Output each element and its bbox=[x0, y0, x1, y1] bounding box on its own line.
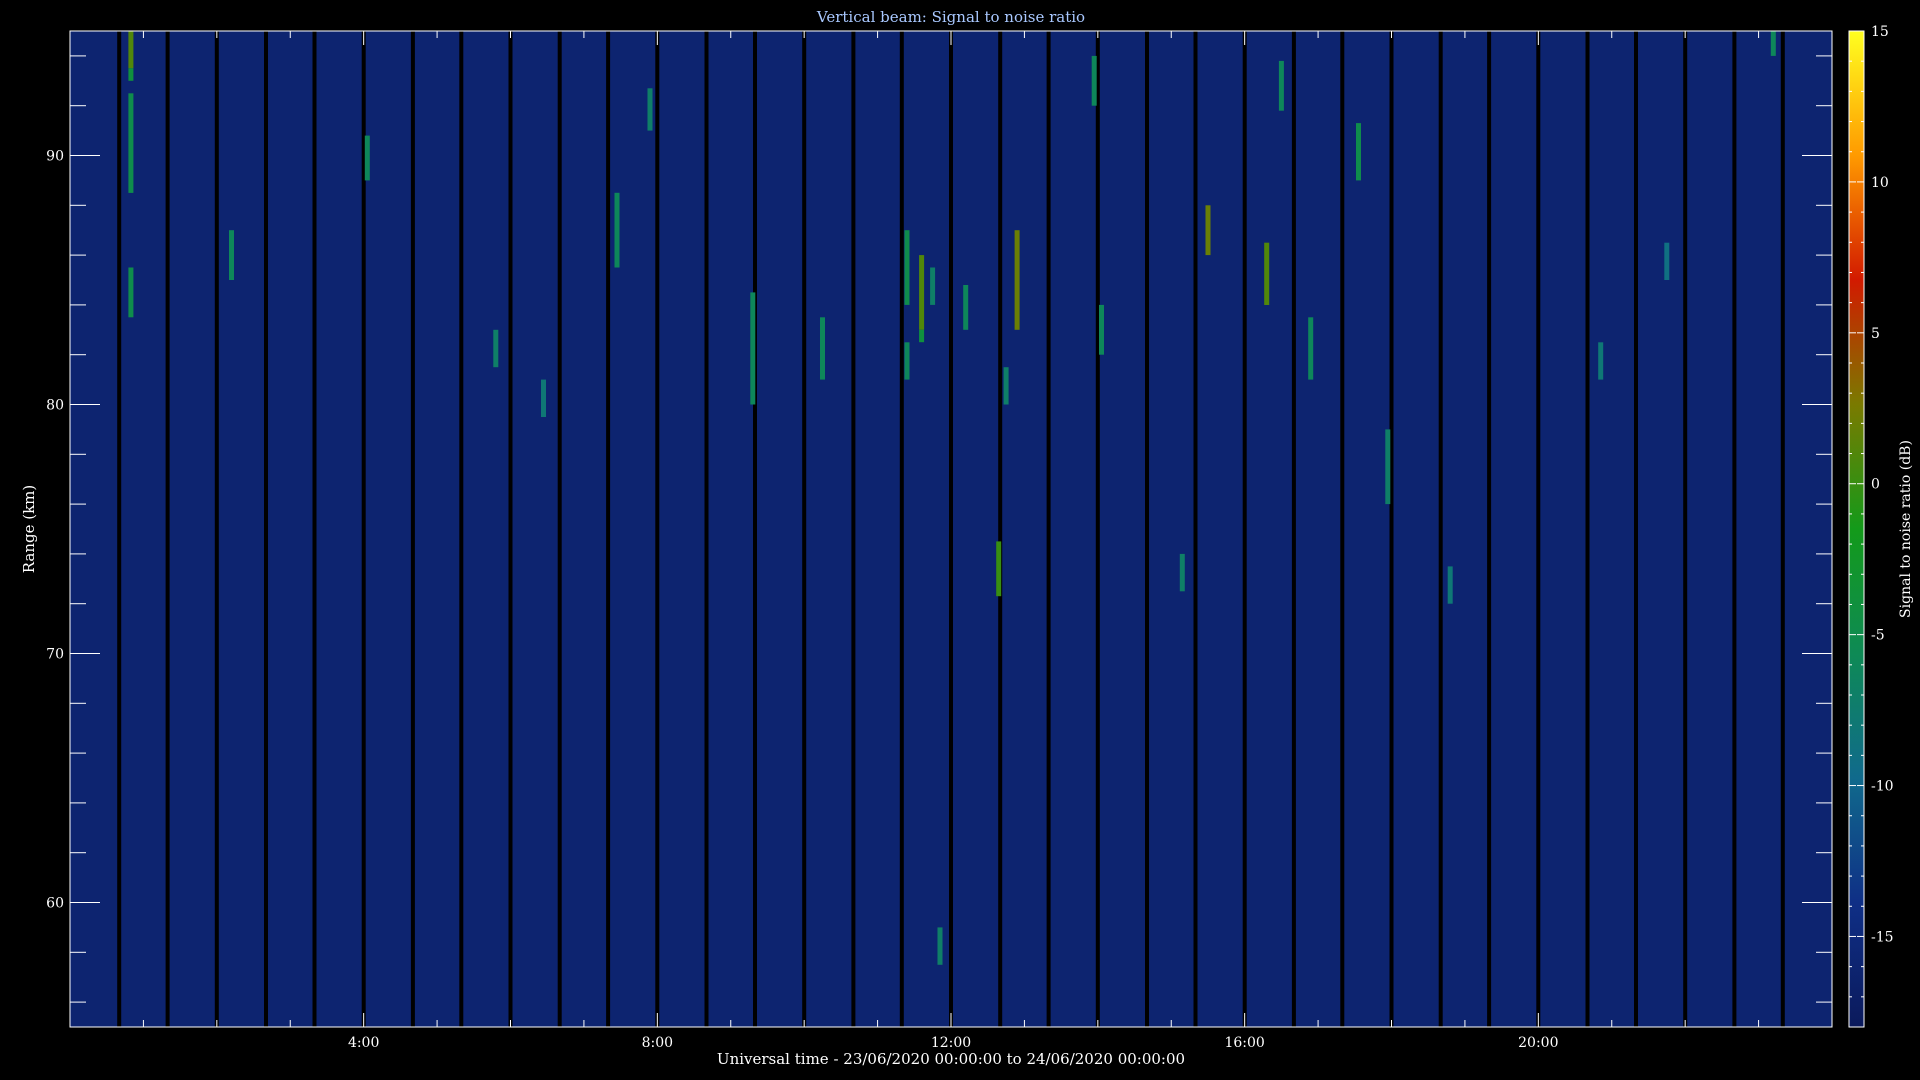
x-tick-label: 12:00 bbox=[931, 1035, 971, 1051]
echo-streak bbox=[1091, 55, 1097, 106]
data-gap-stripe bbox=[802, 31, 807, 1027]
y-tick-label: 90 bbox=[46, 149, 64, 165]
data-gap-stripe bbox=[1683, 31, 1688, 1027]
data-gap-stripe bbox=[1095, 31, 1100, 1027]
x-tick-label: 8:00 bbox=[642, 1035, 673, 1051]
data-gap-stripe bbox=[1242, 31, 1247, 1027]
echo-streak bbox=[937, 927, 943, 965]
echo-streak bbox=[229, 230, 234, 280]
data-gap-stripe bbox=[264, 31, 268, 1027]
echo-streak bbox=[541, 379, 546, 417]
data-gap-stripe bbox=[312, 31, 317, 1027]
data-gap-stripe bbox=[1145, 31, 1149, 1027]
data-gap-stripe bbox=[1291, 31, 1296, 1027]
data-gap-stripe bbox=[165, 31, 170, 1027]
echo-streak bbox=[1664, 242, 1670, 280]
data-gap-stripe bbox=[949, 31, 953, 1027]
data-gap-stripe bbox=[1487, 31, 1492, 1027]
echo-streak bbox=[1179, 553, 1185, 592]
data-gap-stripe bbox=[1585, 31, 1590, 1027]
echo-streak bbox=[614, 192, 620, 268]
data-gap-stripe bbox=[117, 31, 122, 1027]
data-gap-stripe bbox=[606, 31, 611, 1027]
data-gap-stripe bbox=[410, 31, 415, 1027]
data-gap-stripe bbox=[753, 31, 757, 1027]
x-tick-label: 20:00 bbox=[1518, 1035, 1558, 1051]
x-tick-label: 4:00 bbox=[348, 1035, 379, 1051]
echo-streak bbox=[904, 342, 910, 380]
data-gap-stripe bbox=[899, 31, 904, 1027]
data-gap-stripe bbox=[1340, 31, 1345, 1027]
echo-streak bbox=[930, 267, 936, 305]
y-tick-label: 80 bbox=[46, 398, 64, 414]
colorbar-scale bbox=[1848, 30, 1865, 1028]
chart-title: Vertical beam: Signal to noise ratio bbox=[816, 8, 1085, 26]
echo-streak bbox=[1447, 566, 1453, 604]
data-gap-stripe bbox=[851, 31, 856, 1027]
data-gap-stripe bbox=[1780, 31, 1785, 1027]
data-gap-stripe bbox=[1193, 31, 1198, 1027]
colorbar-tick-label: -15 bbox=[1871, 929, 1894, 945]
echo-streak bbox=[128, 31, 134, 69]
echo-streak bbox=[364, 135, 370, 181]
data-gap-stripe bbox=[1732, 31, 1737, 1027]
colorbar-tick-label: 15 bbox=[1871, 24, 1889, 40]
echo-streak bbox=[1598, 342, 1604, 380]
colorbar-label: Signal to noise ratio (dB) bbox=[1898, 440, 1914, 618]
echo-streak bbox=[919, 329, 925, 343]
plot-area: 4:00 8:00 12:00 16:00 20:00 60 70 80 90 bbox=[46, 30, 1833, 1051]
snr-heatmap-chart: Vertical beam: Signal to noise ratio 4:0… bbox=[0, 0, 1920, 1080]
echo-streak bbox=[820, 317, 825, 380]
data-gap-stripe bbox=[214, 31, 219, 1027]
data-gap-stripe bbox=[1046, 31, 1051, 1027]
echo-streak bbox=[647, 88, 653, 131]
data-gap-stripe bbox=[704, 31, 709, 1027]
echo-streak bbox=[493, 329, 499, 368]
echo-streak bbox=[1099, 304, 1104, 355]
data-gap-stripe bbox=[1438, 31, 1443, 1027]
data-gap-stripe bbox=[557, 31, 562, 1027]
x-tick-label: 16:00 bbox=[1224, 1035, 1264, 1051]
echo-streak bbox=[1014, 230, 1020, 330]
echo-streak bbox=[996, 541, 1002, 597]
data-gap-stripe bbox=[655, 31, 660, 1027]
echo-streak bbox=[963, 285, 969, 330]
colorbar-tick-label: 0 bbox=[1871, 477, 1880, 493]
echo-streak bbox=[1770, 31, 1776, 56]
echo-streak bbox=[1385, 429, 1391, 505]
echo-streak bbox=[1308, 317, 1314, 380]
colorbar-tick-label: -5 bbox=[1871, 628, 1885, 644]
y-tick-label: 70 bbox=[46, 647, 64, 663]
data-gap-stripe bbox=[1389, 31, 1394, 1027]
colorbar-tick-label: -10 bbox=[1871, 779, 1894, 795]
colorbar-tick-label: 5 bbox=[1871, 326, 1880, 342]
echo-streak bbox=[128, 93, 134, 193]
y-axis-label: Range (km) bbox=[20, 485, 38, 574]
colorbar-tick-label: 10 bbox=[1871, 175, 1889, 191]
echo-streak bbox=[128, 68, 134, 81]
x-axis-label: Universal time - 23/06/2020 00:00:00 to … bbox=[717, 1050, 1185, 1068]
echo-streak bbox=[128, 267, 134, 318]
echo-streak bbox=[919, 255, 925, 330]
data-gap-stripe bbox=[998, 31, 1003, 1027]
data-gap-stripe bbox=[508, 31, 513, 1027]
data-gap-stripe bbox=[459, 31, 464, 1027]
data-gap-stripe bbox=[1634, 31, 1638, 1027]
echo-streak bbox=[1356, 123, 1361, 181]
data-gap-stripe bbox=[1536, 31, 1541, 1027]
y-tick-label: 60 bbox=[46, 896, 64, 912]
echo-streak bbox=[750, 292, 756, 405]
echo-streak bbox=[904, 230, 910, 305]
echo-streak bbox=[1003, 367, 1009, 405]
echo-streak bbox=[1278, 60, 1284, 111]
echo-streak bbox=[1264, 242, 1270, 305]
echo-streak bbox=[1205, 205, 1211, 256]
